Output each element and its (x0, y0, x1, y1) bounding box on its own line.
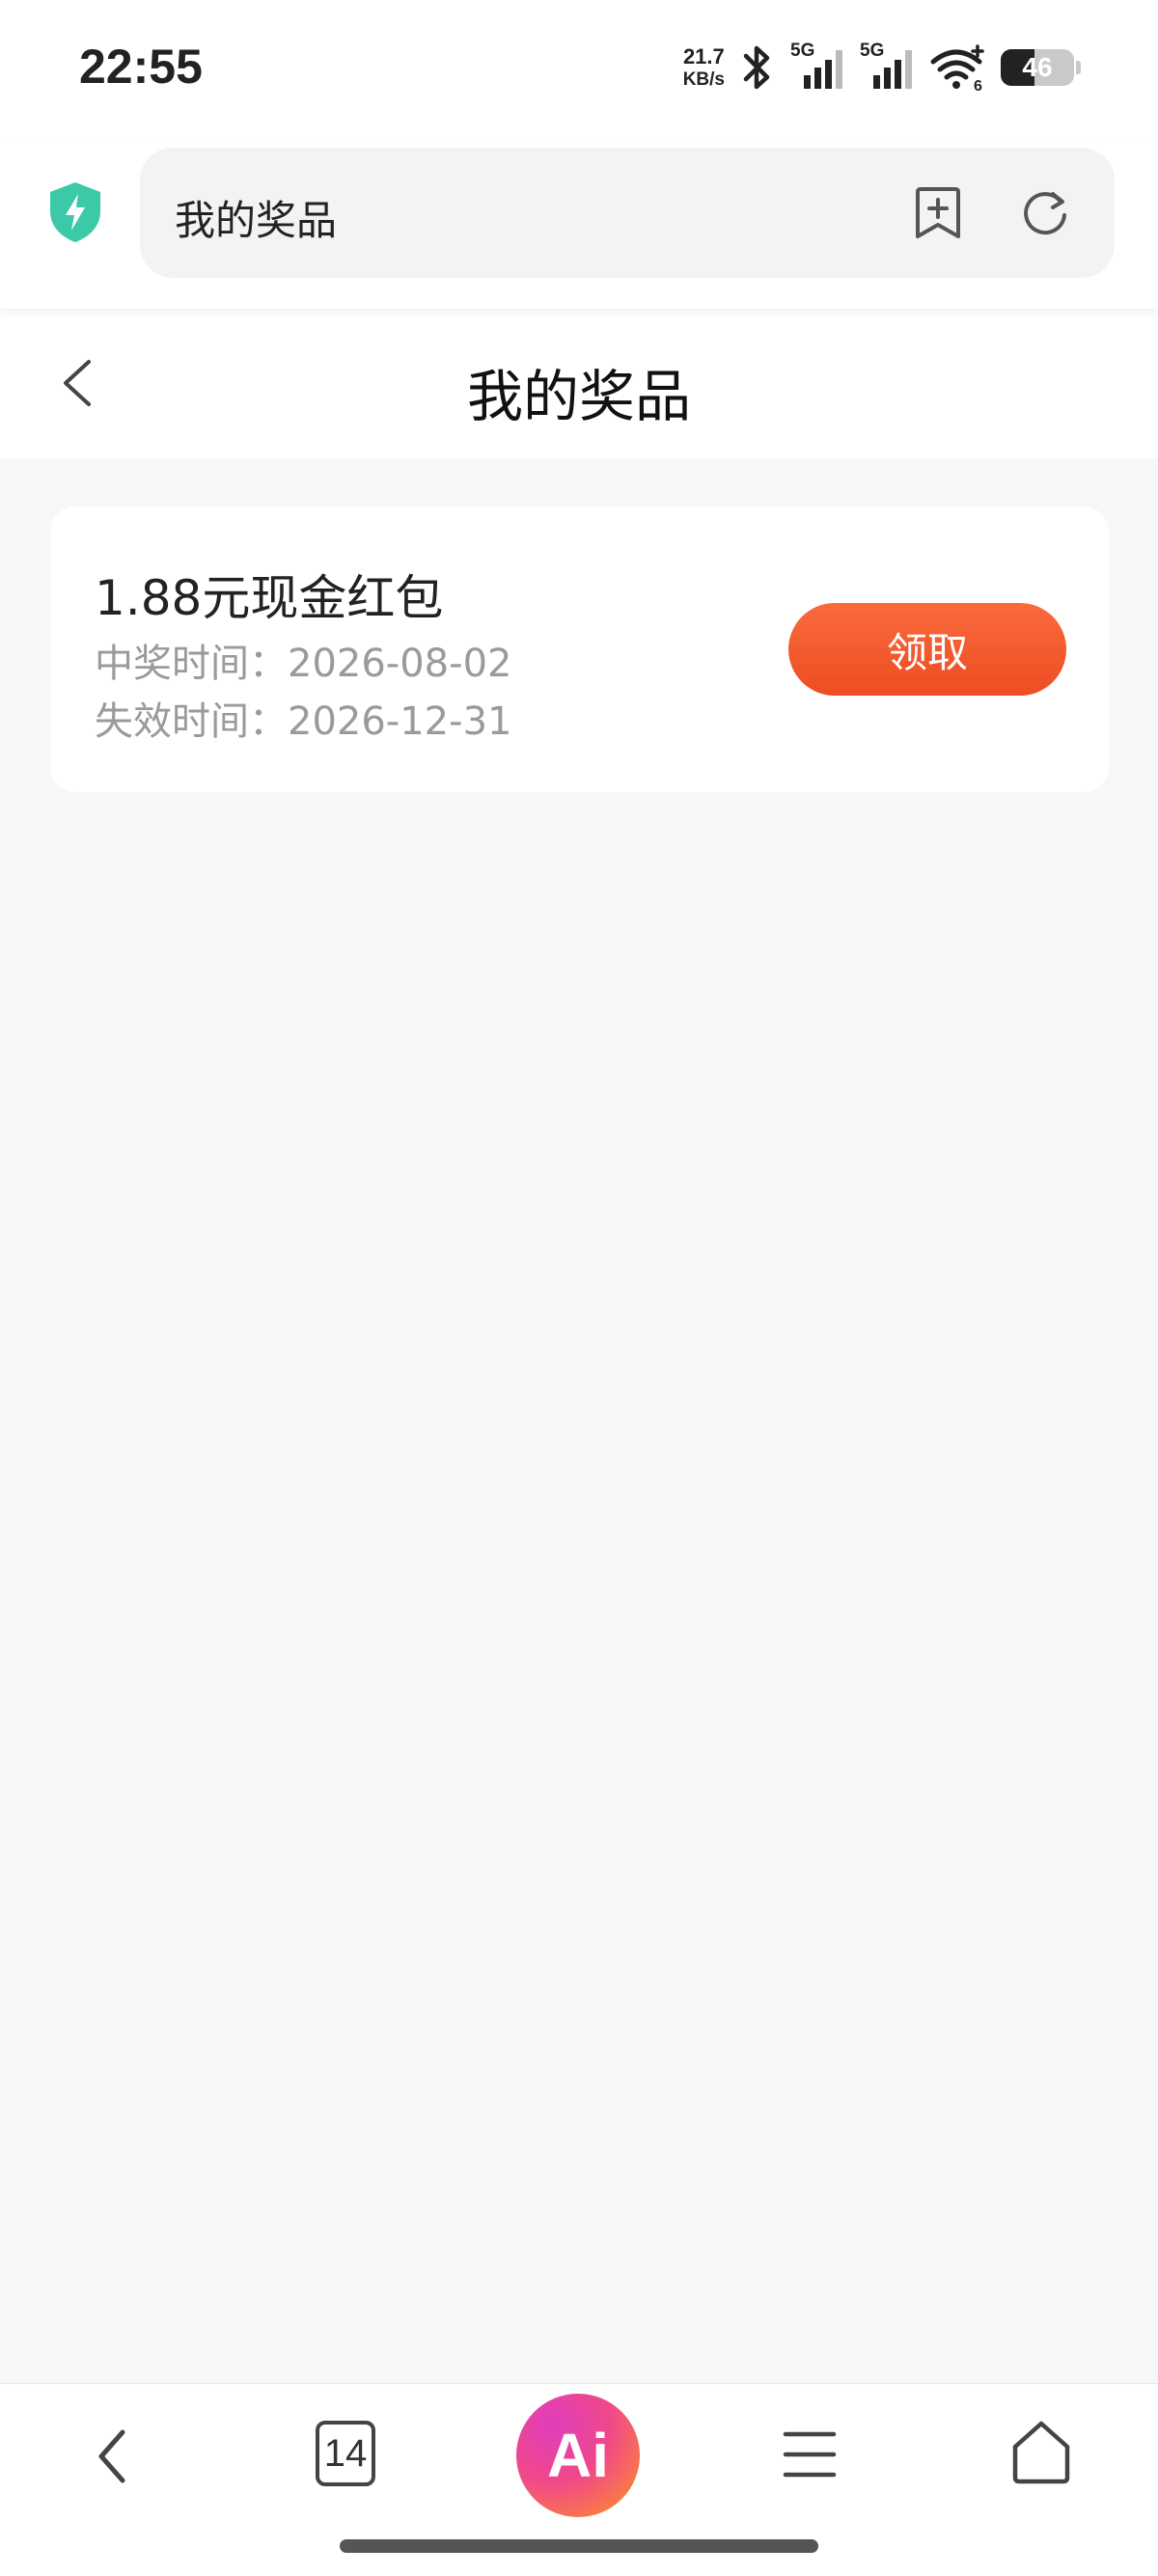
ai-assistant-button[interactable]: Ai (516, 2394, 640, 2517)
win-time-label: 中奖时间： (95, 642, 288, 686)
home-icon[interactable] (1007, 2418, 1075, 2487)
browser-address-bar: 我的奖品 (0, 140, 1158, 309)
bookmark-add-icon[interactable] (912, 186, 964, 240)
tab-count: 14 (316, 2421, 375, 2486)
security-shield-icon[interactable] (46, 180, 104, 244)
page-header: 我的奖品 (0, 309, 1158, 458)
wifi-label: 6 (974, 78, 982, 93)
expire-time-label: 失效时间： (95, 699, 288, 744)
wifi-icon: 6 (930, 44, 984, 93)
win-time-value: 2026-08-02 (288, 642, 512, 686)
nav-back-icon[interactable] (82, 2423, 150, 2490)
page-title: 我的奖品 (466, 364, 691, 429)
prize-win-time: 中奖时间：2026-08-02 (95, 632, 511, 688)
status-icons: 21.7 KB/s 5G 5G 6 46 (683, 39, 1081, 96)
menu-icon[interactable] (780, 2425, 840, 2484)
home-indicator[interactable] (340, 2539, 818, 2553)
sim2-signal-icon: 5G (860, 41, 916, 93)
network-speed: 21.7 KB/s (682, 44, 725, 90)
prize-expire-time: 失效时间：2026-12-31 (95, 690, 511, 746)
refresh-icon[interactable] (1018, 186, 1072, 240)
prize-card: 1.88元现金红包 中奖时间：2026-08-02 失效时间：2026-12-3… (50, 507, 1109, 792)
status-bar: 22:55 21.7 KB/s 5G 5G 6 46 (0, 0, 1158, 140)
page: 22:55 21.7 KB/s 5G 5G 6 46 我的奖品 我的奖品 1.8… (0, 0, 1158, 2576)
network-speed-value: 21.7 (682, 44, 725, 69)
network-speed-unit: KB/s (682, 69, 725, 90)
battery-cap (1076, 61, 1081, 74)
prize-name: 1.88元现金红包 (95, 570, 444, 626)
url-box[interactable]: 我的奖品 (140, 148, 1115, 278)
expire-time-value: 2026-12-31 (288, 699, 512, 744)
battery-icon: 46 (1001, 49, 1074, 86)
status-time: 22:55 (79, 40, 203, 94)
claim-button[interactable]: 领取 (788, 603, 1066, 696)
sim1-signal-icon: 5G (790, 41, 846, 93)
battery-level: 46 (1022, 52, 1053, 82)
url-text[interactable]: 我的奖品 (175, 188, 337, 247)
bluetooth-icon (743, 45, 770, 90)
tabs-button[interactable]: 14 (316, 2421, 375, 2486)
